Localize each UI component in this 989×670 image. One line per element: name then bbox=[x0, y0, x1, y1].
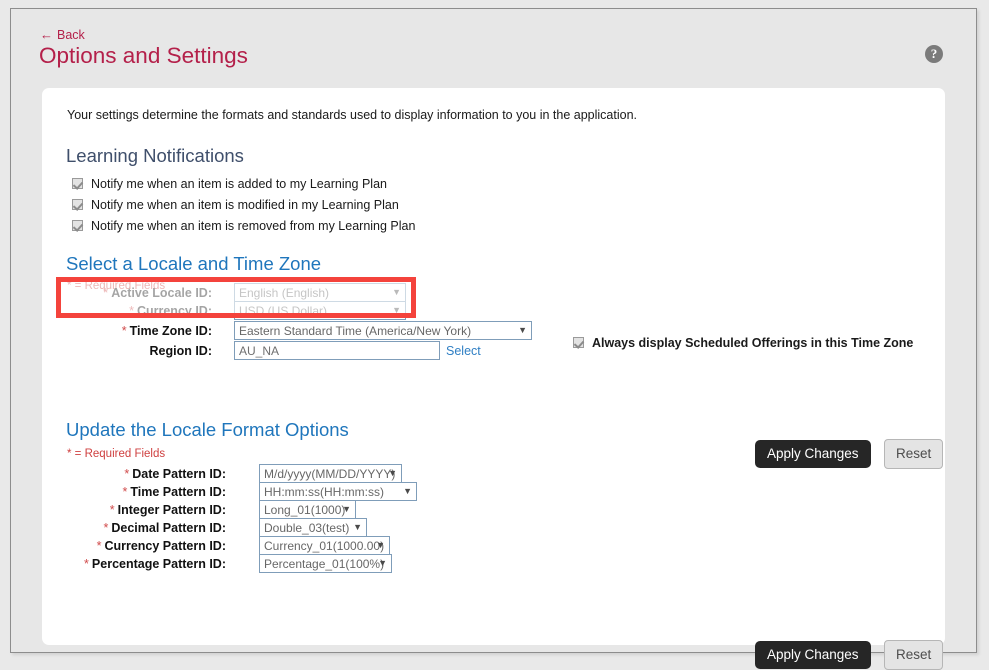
reset-button-format[interactable]: Reset bbox=[884, 640, 944, 670]
select-date-pattern-id[interactable]: M/d/yyyy(MM/DD/YYYY) ▼ bbox=[259, 464, 402, 483]
chevron-down-icon: ▼ bbox=[342, 504, 351, 514]
apply-changes-button-locale[interactable]: Apply Changes bbox=[755, 440, 871, 468]
always-display-timezone-row[interactable]: Always display Scheduled Offerings in th… bbox=[573, 334, 913, 352]
select-currency-id[interactable]: USD (US Dollar) ▼ bbox=[234, 301, 406, 320]
chevron-down-icon: ▼ bbox=[392, 287, 401, 297]
label-currency-pattern-id: * Currency Pattern ID: bbox=[96, 539, 226, 553]
input-region-id[interactable] bbox=[234, 341, 440, 360]
label-decimal-pattern-id: * Decimal Pattern ID: bbox=[103, 521, 227, 535]
notification-label-removed: Notify me when an item is removed from m… bbox=[91, 218, 416, 233]
checkbox-always-display-timezone[interactable] bbox=[573, 337, 584, 349]
label-time-zone-id: * Time Zone ID: bbox=[121, 324, 212, 338]
label-date-pattern-id: * Date Pattern ID: bbox=[124, 467, 226, 481]
section-heading-learning-notifications: Learning Notifications bbox=[66, 145, 244, 166]
chevron-down-icon: ▼ bbox=[378, 558, 387, 568]
required-star-time-zone: * bbox=[121, 324, 127, 338]
select-percentage-pattern-id[interactable]: Percentage_01(100%) ▼ bbox=[259, 554, 392, 573]
select-time-pattern-id[interactable]: HH:mm:ss(HH:mm:ss) ▼ bbox=[259, 482, 417, 501]
help-icon[interactable]: ? bbox=[925, 45, 943, 63]
select-integer-pattern-id-value: Long_01(1000) bbox=[264, 503, 346, 517]
required-star-integer-pattern: * bbox=[109, 503, 115, 517]
select-time-zone-id-value: Eastern Standard Time (America/New York) bbox=[239, 324, 472, 338]
label-percentage-pattern-id: * Percentage Pattern ID: bbox=[84, 557, 226, 571]
settings-card: Your settings determine the formats and … bbox=[42, 88, 945, 670]
select-decimal-pattern-id-value: Double_03(test) bbox=[264, 521, 350, 535]
select-time-pattern-id-value: HH:mm:ss(HH:mm:ss) bbox=[264, 485, 384, 499]
notification-label-added: Notify me when an item is added to my Le… bbox=[91, 176, 387, 191]
select-decimal-pattern-id[interactable]: Double_03(test) ▼ bbox=[259, 518, 367, 537]
chevron-down-icon: ▼ bbox=[376, 540, 385, 550]
checkbox-notify-removed[interactable] bbox=[72, 220, 83, 232]
select-currency-pattern-id-value: Currency_01(1000.00) bbox=[264, 539, 385, 553]
format-button-row: Apply Changes Reset bbox=[755, 640, 944, 670]
required-star-currency: * bbox=[129, 304, 134, 318]
page-header: ← Back Options and Settings ? bbox=[11, 9, 976, 87]
reset-button-locale[interactable]: Reset bbox=[884, 439, 944, 469]
select-integer-pattern-id[interactable]: Long_01(1000) ▼ bbox=[259, 500, 356, 519]
chevron-down-icon: ▼ bbox=[403, 486, 412, 496]
chevron-down-icon: ▼ bbox=[353, 522, 362, 532]
label-time-pattern-id: * Time Pattern ID: bbox=[122, 485, 227, 499]
checkbox-notify-added[interactable] bbox=[72, 178, 83, 190]
back-link-label: Back bbox=[57, 28, 85, 42]
required-star-decimal-pattern: * bbox=[103, 521, 109, 535]
back-link[interactable]: ← Back bbox=[40, 27, 85, 42]
chevron-down-icon: ▼ bbox=[518, 325, 527, 335]
intro-text: Your settings determine the formats and … bbox=[67, 108, 638, 122]
notification-row-modified[interactable]: Notify me when an item is modified in my… bbox=[72, 196, 415, 217]
required-star-date-pattern: * bbox=[124, 467, 130, 481]
required-star-time-pattern: * bbox=[122, 485, 128, 499]
always-display-timezone-label: Always display Scheduled Offerings in th… bbox=[592, 335, 914, 350]
section-heading-locale-timezone: Select a Locale and Time Zone bbox=[66, 253, 322, 274]
label-region-id: Region ID: bbox=[149, 344, 213, 358]
required-star-currency-pattern: * bbox=[96, 539, 102, 553]
notification-row-added[interactable]: Notify me when an item is added to my Le… bbox=[72, 175, 415, 196]
label-integer-pattern-id: * Integer Pattern ID: bbox=[109, 503, 226, 517]
apply-changes-button-format[interactable]: Apply Changes bbox=[755, 641, 871, 669]
chevron-down-icon: ▼ bbox=[392, 305, 401, 315]
required-star-active-locale: * bbox=[103, 286, 109, 300]
notification-row-removed[interactable]: Notify me when an item is removed from m… bbox=[72, 217, 415, 238]
select-currency-pattern-id[interactable]: Currency_01(1000.00) ▼ bbox=[259, 536, 390, 555]
notification-label-modified: Notify me when an item is modified in my… bbox=[91, 197, 399, 212]
label-active-locale-id: * Active Locale ID: bbox=[103, 286, 212, 300]
label-currency-id: * Currency ID: bbox=[129, 304, 212, 318]
page-title: Options and Settings bbox=[39, 43, 248, 68]
notification-list: Notify me when an item is added to my Le… bbox=[72, 175, 415, 238]
select-date-pattern-id-value: M/d/yyyy(MM/DD/YYYY) bbox=[264, 467, 396, 481]
select-active-locale-id[interactable]: English (English) ▼ bbox=[234, 283, 406, 302]
section-heading-format-options: Update the Locale Format Options bbox=[66, 419, 349, 440]
checkbox-notify-modified[interactable] bbox=[72, 199, 83, 211]
locale-button-row: Apply Changes Reset bbox=[755, 439, 944, 469]
application-window: ← Back Options and Settings ? Your settin… bbox=[10, 8, 977, 670]
required-star-percentage-pattern: * bbox=[84, 557, 89, 571]
select-percentage-pattern-id-value: Percentage_01(100%) bbox=[264, 557, 385, 571]
region-select-link[interactable]: Select bbox=[446, 344, 481, 358]
required-fields-note-format: * = Required Fields bbox=[67, 448, 166, 460]
back-arrow-icon: ← bbox=[40, 27, 53, 42]
select-time-zone-id[interactable]: Eastern Standard Time (America/New York)… bbox=[234, 321, 532, 340]
chevron-down-icon: ▼ bbox=[388, 468, 397, 478]
select-active-locale-id-value: English (English) bbox=[239, 286, 330, 300]
select-currency-id-value: USD (US Dollar) bbox=[239, 304, 328, 318]
